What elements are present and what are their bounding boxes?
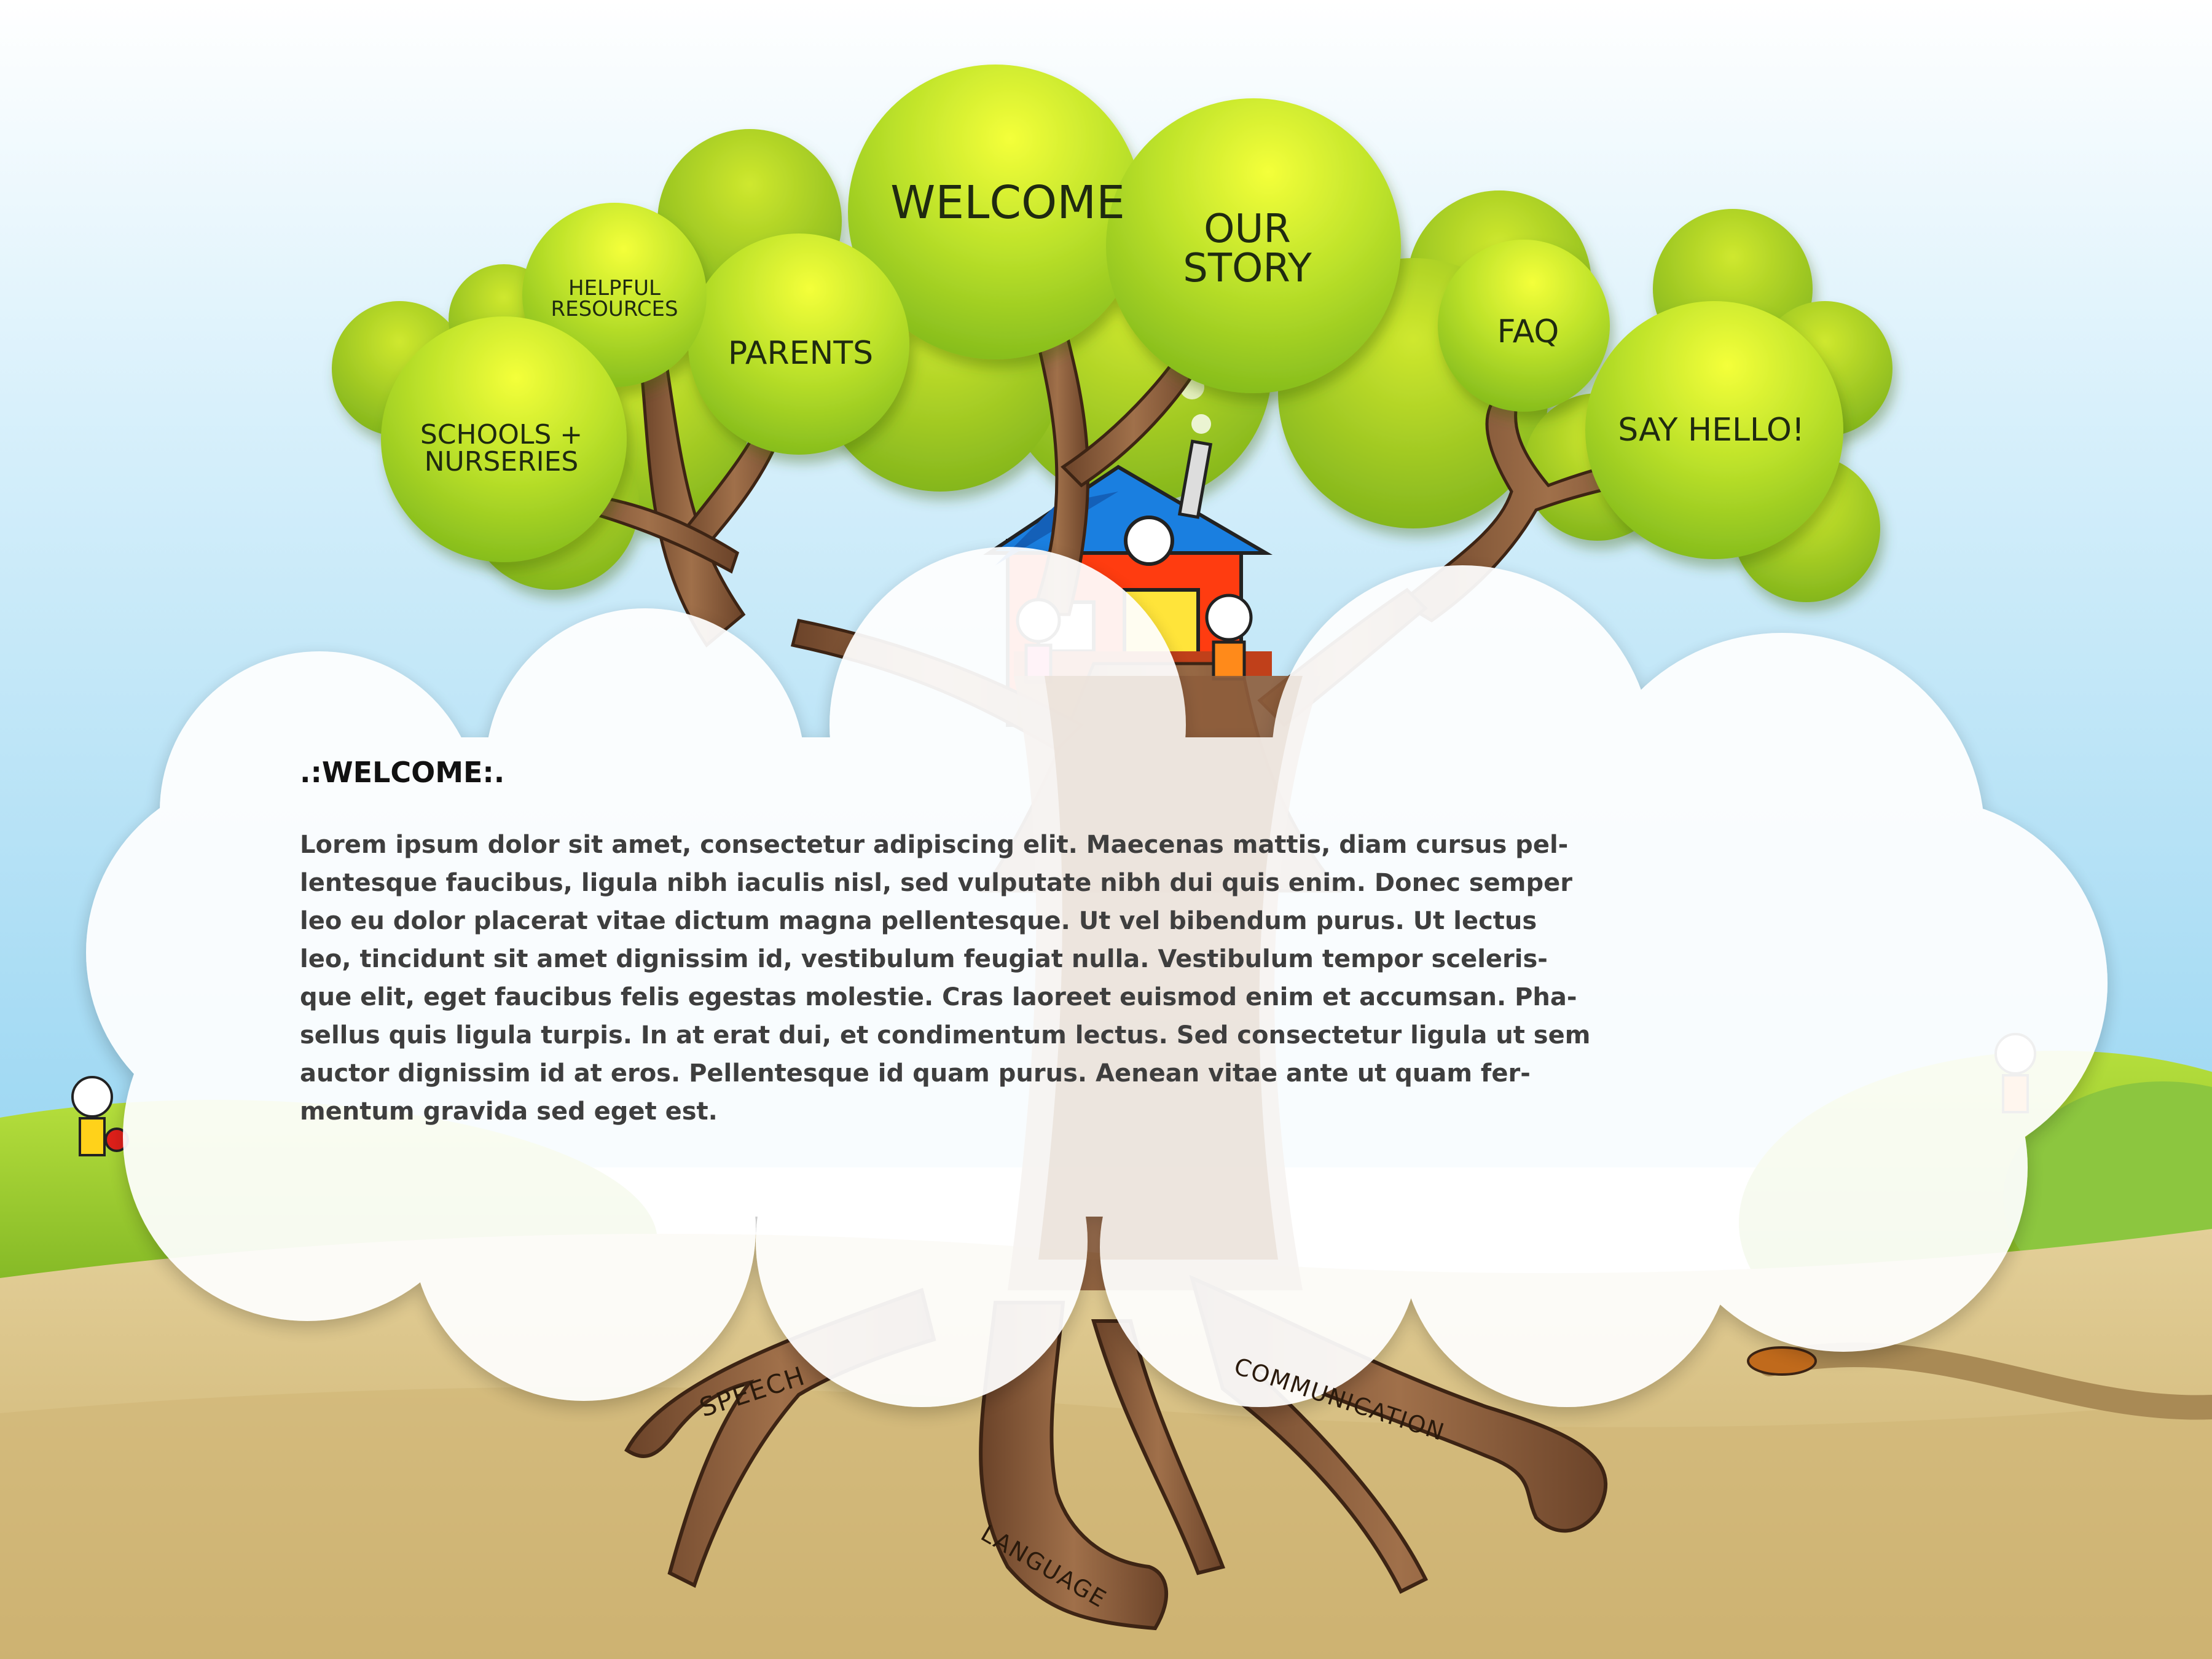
welcome-heading: .:WELCOME:. bbox=[300, 756, 505, 789]
body-line: leo eu dolor placerat vitae dictum magna… bbox=[300, 907, 1537, 935]
page: WELCOME OUR STORY FAQ PARENTS HELPFUL RE… bbox=[0, 0, 2212, 1659]
welcome-body: Lorem ipsum dolor sit amet, consectetur … bbox=[300, 826, 1897, 1131]
body-line: leo, tincidunt sit amet dignissim id, ve… bbox=[300, 945, 1548, 973]
nav-welcome[interactable]: WELCOME bbox=[890, 180, 1125, 226]
nav-helpful-resources[interactable]: HELPFUL RESOURCES bbox=[551, 278, 678, 320]
nav-say-hello[interactable]: SAY HELLO! bbox=[1618, 414, 1805, 446]
nav-helpful-resources-line-1: HELPFUL bbox=[568, 276, 661, 300]
nav-our-story-line-1: OUR bbox=[1204, 206, 1291, 252]
nav-say-hello-label: SAY HELLO! bbox=[1618, 412, 1805, 449]
body-line: sellus quis ligula turpis. In at erat du… bbox=[300, 1021, 1591, 1049]
nav-schools-nurseries-line-1: SCHOOLS + bbox=[420, 419, 583, 450]
body-line: mentum gravida sed eget est. bbox=[300, 1097, 718, 1126]
nav-schools-nurseries-line-2: NURSERIES bbox=[424, 446, 579, 477]
nav-welcome-label: WELCOME bbox=[890, 176, 1125, 229]
body-line: que elit, eget faucibus felis egestas mo… bbox=[300, 983, 1577, 1011]
body-line: Lorem ipsum dolor sit amet, consectetur … bbox=[300, 831, 1569, 859]
nav-helpful-resources-line-2: RESOURCES bbox=[551, 297, 678, 321]
welcome-content: .:WELCOME:. Lorem ipsum dolor sit amet, … bbox=[300, 756, 1897, 1131]
nav-schools-nurseries[interactable]: SCHOOLS + NURSERIES bbox=[420, 422, 582, 476]
nav-parents-label: PARENTS bbox=[728, 335, 874, 372]
nav-faq[interactable]: FAQ bbox=[1497, 316, 1559, 348]
nav-our-story[interactable]: OUR STORY bbox=[1183, 210, 1312, 288]
body-line: lentesque faucibus, ligula nibh iaculis … bbox=[300, 869, 1572, 897]
nav-our-story-line-2: STORY bbox=[1183, 246, 1312, 291]
dog bbox=[1747, 1346, 1817, 1376]
body-line: auctor dignissim id at eros. Pellentesqu… bbox=[300, 1059, 1531, 1088]
nav-parents[interactable]: PARENTS bbox=[728, 337, 873, 369]
nav-faq-label: FAQ bbox=[1497, 313, 1559, 350]
